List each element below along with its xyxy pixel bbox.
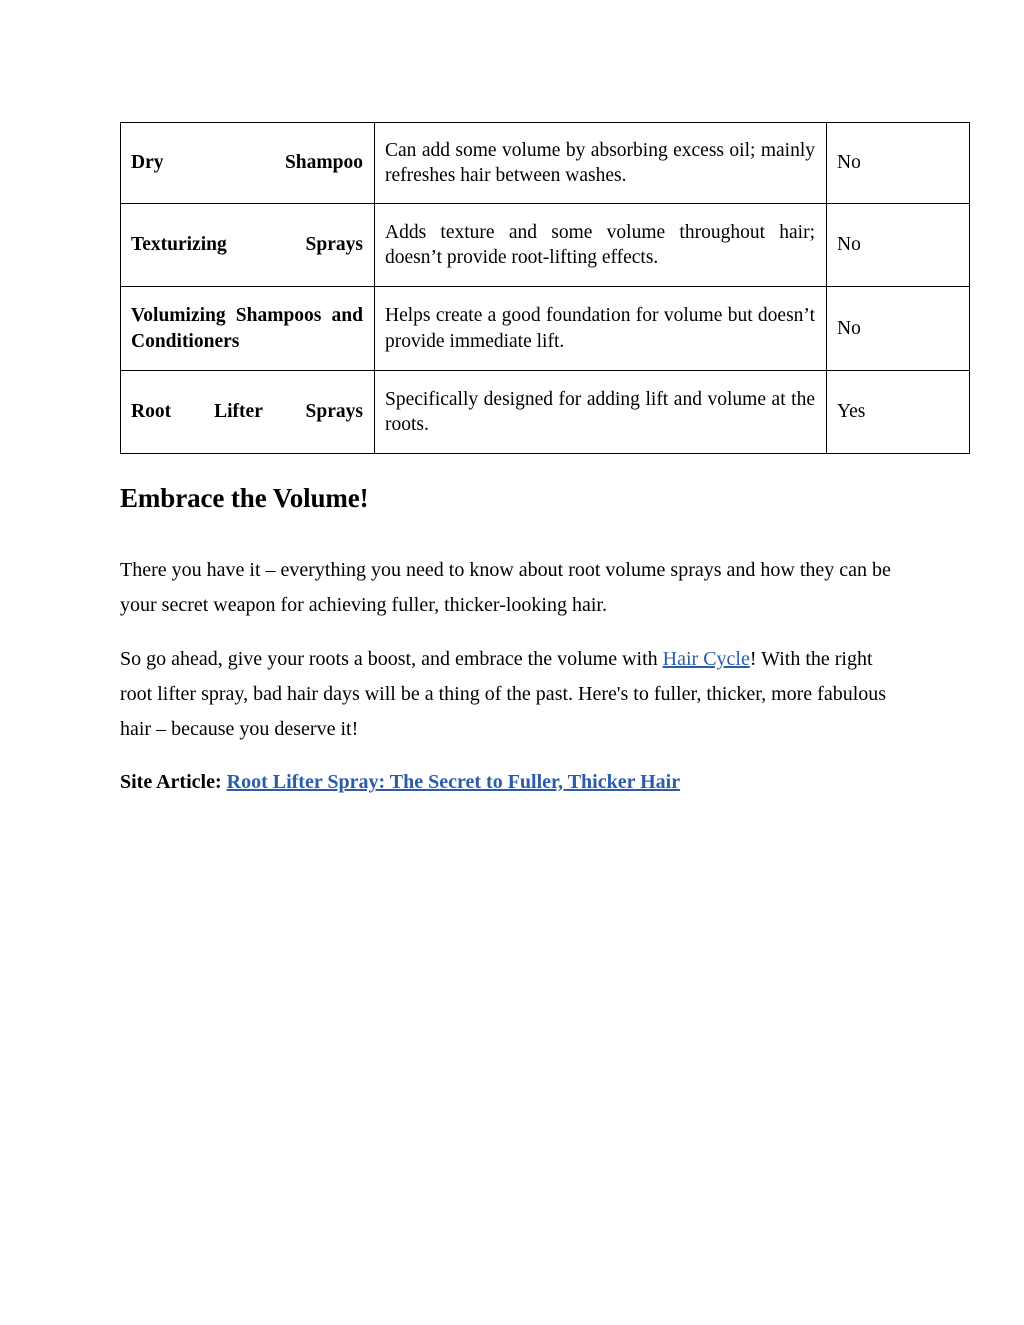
document-page: Dry Shampoo Can add some volume by absor… bbox=[0, 0, 1024, 1325]
table-body: Dry Shampoo Can add some volume by absor… bbox=[120, 122, 970, 454]
product-type-label: Dry Shampoo bbox=[131, 152, 363, 174]
provides-lift-cell: No bbox=[826, 203, 970, 287]
hair-cycle-link[interactable]: Hair Cycle bbox=[663, 648, 750, 670]
product-type-cell: Dry Shampoo bbox=[120, 122, 375, 204]
product-type-cell: Volumizing Shampoos and Conditioners bbox=[120, 286, 375, 371]
table-row: Dry Shampoo Can add some volume by absor… bbox=[120, 122, 970, 204]
paragraph-one: There you have it – everything you need … bbox=[120, 559, 891, 616]
product-type-label: Root Lifter Sprays bbox=[131, 401, 363, 423]
product-type-label: Texturizing Sprays bbox=[131, 234, 363, 256]
product-type-cell: Texturizing Sprays bbox=[120, 203, 375, 287]
product-description-cell: Adds texture and some volume throughout … bbox=[374, 203, 827, 287]
product-type-cell: Root Lifter Sprays bbox=[120, 370, 375, 454]
site-article-label: Site Article: bbox=[120, 771, 222, 793]
provides-lift-cell: No bbox=[826, 286, 970, 371]
paragraph-two-container: So go ahead, give your roots a boost, an… bbox=[120, 642, 906, 747]
paragraph-two-text-before: So go ahead, give your roots a boost, an… bbox=[120, 648, 663, 670]
table-row: Volumizing Shampoos and Conditioners Hel… bbox=[120, 286, 970, 371]
product-description-cell: Can add some volume by absorbing excess … bbox=[374, 122, 827, 204]
table-row: Texturizing Sprays Adds texture and some… bbox=[120, 203, 970, 287]
table-row: Root Lifter Sprays Specifically designed… bbox=[120, 370, 970, 454]
paragraph-two: So go ahead, give your roots a boost, an… bbox=[120, 642, 906, 747]
site-article-line: Site Article: Root Lifter Spray: The Sec… bbox=[120, 765, 906, 800]
product-comparison-table: Dry Shampoo Can add some volume by absor… bbox=[120, 122, 970, 454]
section-heading: Embrace the Volume! bbox=[120, 483, 369, 513]
product-type-label: Volumizing Shampoos and Conditioners bbox=[131, 305, 363, 352]
provides-lift-cell: No bbox=[826, 122, 970, 204]
paragraph-one-container: There you have it – everything you need … bbox=[120, 553, 906, 623]
product-description-cell: Helps create a good foundation for volum… bbox=[374, 286, 827, 371]
site-article-container: Site Article: Root Lifter Spray: The Sec… bbox=[120, 765, 906, 800]
site-article-link[interactable]: Root Lifter Spray: The Secret to Fuller,… bbox=[227, 771, 680, 793]
product-description-cell: Specifically designed for adding lift an… bbox=[374, 370, 827, 454]
provides-lift-cell: Yes bbox=[826, 370, 970, 454]
